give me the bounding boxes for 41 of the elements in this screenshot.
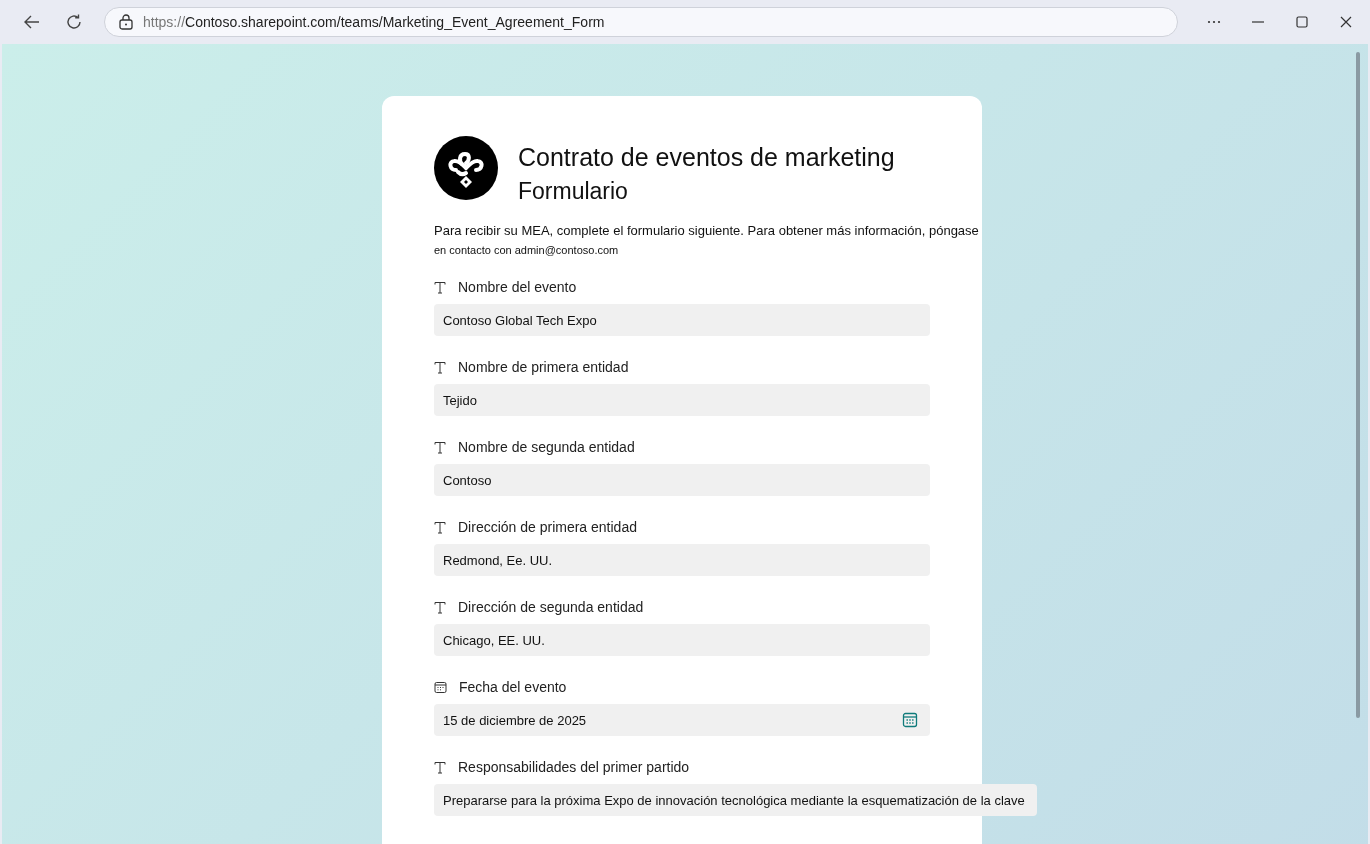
field-value: Chicago, EE. UU. <box>443 632 545 648</box>
text-type-icon <box>434 600 446 614</box>
knot-logo-icon <box>434 136 498 200</box>
field-label: Nombre de primera entidad <box>458 359 629 375</box>
field-value: Tejido <box>443 392 477 408</box>
text-type-icon <box>434 520 446 534</box>
text-field[interactable]: Redmond, Ee. UU. <box>434 544 930 576</box>
url-text: https://Contoso.sharepoint.com/teams/Marketing_Event_Agreement_Form <box>143 14 605 30</box>
field-label: Dirección de segunda entidad <box>458 599 644 615</box>
field-label: Nombre del evento <box>458 279 577 295</box>
form-title: Contrato de eventos de marketing <box>518 142 895 173</box>
text-field[interactable]: Contoso <box>434 464 930 496</box>
text-type-icon <box>434 280 446 294</box>
maximize-icon[interactable] <box>1294 14 1310 30</box>
intro-text: Para recibir su MEA, complete el formulario siguiente. Para obtener más información, póngase <box>434 223 979 238</box>
contact-text: en contacto con admin@contoso.com <box>434 244 620 256</box>
calendar-icon <box>434 680 447 694</box>
field-value: Prepararse para la próxima Expo de innovación tecnológica mediante la esquematización de la clave <box>443 792 1025 808</box>
text-type-icon <box>434 360 446 374</box>
form-subtitle: Formulario <box>518 178 629 205</box>
lock-icon <box>119 14 133 30</box>
close-icon[interactable] <box>1338 14 1354 30</box>
text-field[interactable]: Contoso Global Tech Expo <box>434 304 930 336</box>
text-type-icon <box>434 760 446 774</box>
calendar-picker-icon[interactable] <box>902 712 918 728</box>
field-label: Fecha del evento <box>459 679 567 695</box>
field-label: Responsabilidades del primer partido <box>458 759 690 775</box>
text-field[interactable]: Prepararse para la próxima Expo de innovación tecnológica mediante la esquematización de la clave <box>434 784 1037 816</box>
field-label: Dirección de primera entidad <box>458 519 637 535</box>
address-bar[interactable]: https://Contoso.sharepoint.com/teams/Marketing_Event_Agreement_Form <box>104 7 1178 37</box>
field-value: Contoso <box>443 472 492 488</box>
scrollbar[interactable] <box>1356 52 1360 718</box>
field-value: Contoso Global Tech Expo <box>443 312 597 328</box>
field-value: Redmond, Ee. UU. <box>443 552 553 568</box>
field-label: Nombre de segunda entidad <box>458 439 635 455</box>
text-type-icon <box>434 440 446 454</box>
refresh-icon <box>65 13 83 31</box>
date-field[interactable]: 15 de diciembre de 2025 <box>434 704 930 736</box>
back-arrow-icon <box>23 13 41 31</box>
text-field[interactable]: Tejido <box>434 384 930 416</box>
text-field[interactable]: Chicago, EE. UU. <box>434 624 930 656</box>
